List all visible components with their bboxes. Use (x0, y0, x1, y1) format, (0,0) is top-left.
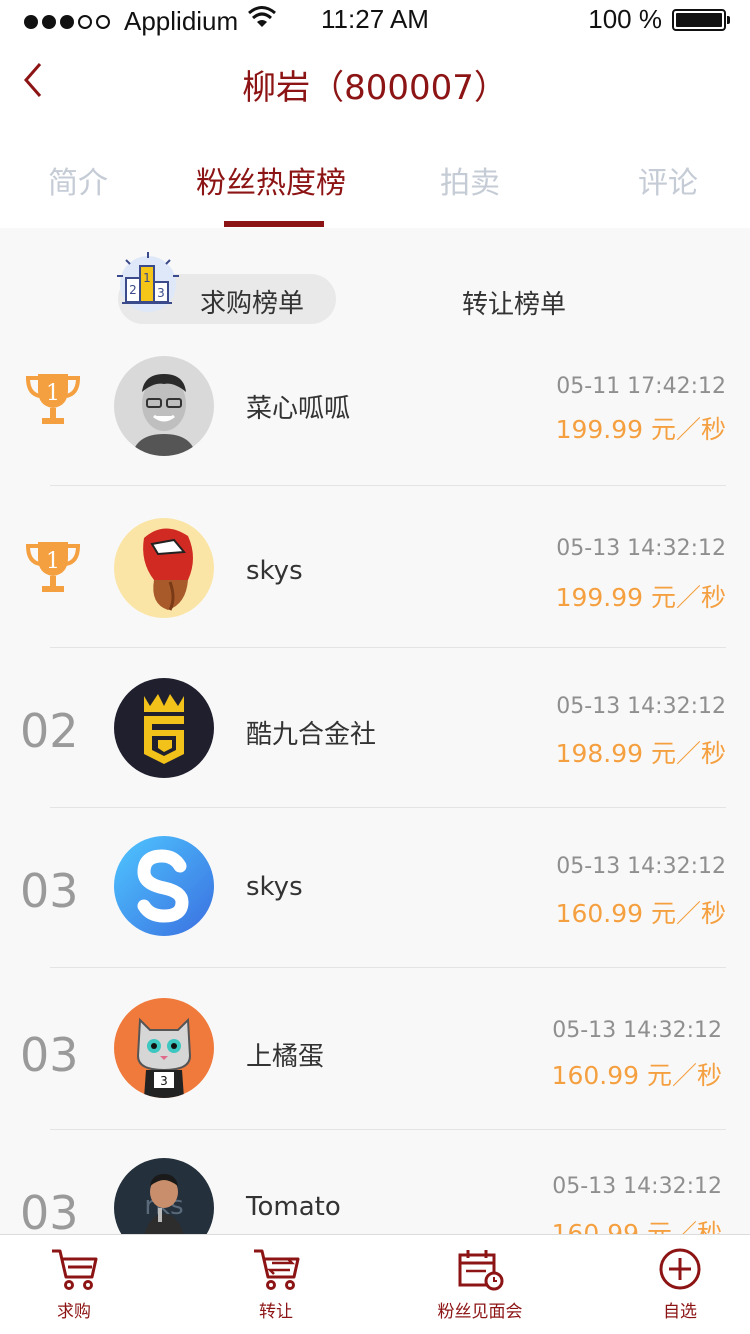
user-name: skys (246, 556, 303, 586)
user-name: 上橘蛋 (246, 1042, 325, 1072)
bid-time: 05-13 14:32:12 (552, 1018, 722, 1043)
tab-fan-meeting[interactable]: 粉丝见面会 (410, 1235, 550, 1334)
buy-ranking-label: 求购榜单 (200, 289, 305, 319)
trophy-icon: 1 (25, 374, 81, 424)
tab-buy[interactable]: 求购 (4, 1235, 144, 1334)
svg-text:1: 1 (46, 381, 60, 406)
battery-percent: 100 % (588, 4, 662, 34)
bid-time: 05-13 14:32:12 (556, 854, 726, 879)
tab-fan-ranking[interactable]: 粉丝热度榜 (196, 158, 346, 202)
tab-watchlist[interactable]: 自选 (610, 1235, 750, 1334)
calendar-clock-icon (458, 1250, 504, 1291)
bid-time: 05-13 14:32:12 (556, 536, 726, 561)
podium-icon: 1 2 3 (117, 252, 179, 312)
avatar: rks (114, 1158, 214, 1234)
avatar (114, 356, 214, 456)
status-bar: Applidium 11:27 AM 100 % (0, 0, 750, 40)
list-item[interactable]: 03 rks Tomato 05-13 14:32:12 160.99 元／秒 (0, 1130, 750, 1234)
tab-auction[interactable]: 拍卖 (440, 158, 500, 202)
tab-fan-meeting-label: 粉丝见面会 (437, 1302, 523, 1322)
bid-price: 160.99 元／秒 (551, 1061, 722, 1090)
svg-text:1: 1 (143, 271, 151, 285)
page-title: 柳岩（800007） (242, 68, 508, 108)
nav-bar: 柳岩（800007） (0, 40, 750, 128)
svg-text:2: 2 (129, 283, 137, 297)
list-item[interactable]: 1 skys 05-13 14:32:12 199.99 元／秒 (0, 486, 750, 648)
list-item[interactable]: 03 skys 05-13 14:32:12 160.99 元／秒 (0, 808, 750, 968)
plus-circle-icon (659, 1248, 701, 1290)
avatar (114, 518, 214, 618)
rank-number: 03 (20, 1186, 79, 1234)
tab-indicator (224, 221, 324, 227)
battery-icon (672, 9, 730, 31)
rank-number: 03 (20, 1028, 79, 1082)
rank-number: 02 (20, 704, 79, 758)
bid-price: 199.99 元／秒 (555, 583, 726, 612)
bid-time: 05-13 14:32:12 (552, 1174, 722, 1199)
svg-text:1: 1 (46, 549, 60, 574)
transfer-ranking-button[interactable]: 转让榜单 (462, 284, 566, 321)
svg-text:3: 3 (160, 1074, 168, 1088)
bid-price: 198.99 元／秒 (555, 739, 726, 768)
cart-transfer-icon (254, 1249, 300, 1290)
tab-transfer-label: 转让 (259, 1302, 293, 1322)
tab-transfer[interactable]: 转让 (206, 1235, 346, 1334)
bottom-tab-bar: 求购 转让 粉丝见面会 自选 (0, 1234, 750, 1334)
avatar (114, 836, 214, 936)
bid-price: 199.99 元／秒 (555, 415, 726, 444)
bid-price: 160.99 元／秒 (551, 1219, 722, 1234)
user-name: 菜心呱呱 (246, 394, 351, 424)
tab-intro[interactable]: 简介 (48, 158, 108, 202)
bid-price: 160.99 元／秒 (555, 899, 726, 928)
user-name: 酷九合金社 (246, 720, 377, 750)
bid-time: 05-13 14:32:12 (556, 694, 726, 719)
ranking-list: 1 菜心呱呱 05-11 17:42:12 199.99 元／秒 1 skys … (0, 338, 750, 1234)
user-name: Tomato (246, 1192, 341, 1222)
bid-time: 05-11 17:42:12 (556, 374, 726, 399)
tab-buy-label: 求购 (57, 1302, 91, 1322)
trophy-icon: 1 (25, 542, 81, 592)
tab-bar-top: 简介 粉丝热度榜 拍卖 评论 (0, 128, 750, 228)
list-item[interactable]: 03 3 上橘蛋 05-13 14:32:12 160.99 元／秒 (0, 968, 750, 1130)
cart-icon (52, 1249, 98, 1290)
avatar: 3 (114, 998, 214, 1098)
user-name: skys (246, 872, 303, 902)
avatar (114, 678, 214, 778)
tab-comments[interactable]: 评论 (638, 158, 698, 202)
svg-text:3: 3 (157, 286, 165, 300)
rank-number: 03 (20, 864, 79, 918)
ranking-segment: 求购榜单 1 2 3 转让榜单 (0, 228, 750, 338)
list-item[interactable]: 02 酷九合金社 05-13 14:32:12 198.99 元／秒 (0, 648, 750, 808)
tab-watchlist-label: 自选 (663, 1302, 697, 1322)
list-item[interactable]: 1 菜心呱呱 05-11 17:42:12 199.99 元／秒 (0, 338, 750, 486)
